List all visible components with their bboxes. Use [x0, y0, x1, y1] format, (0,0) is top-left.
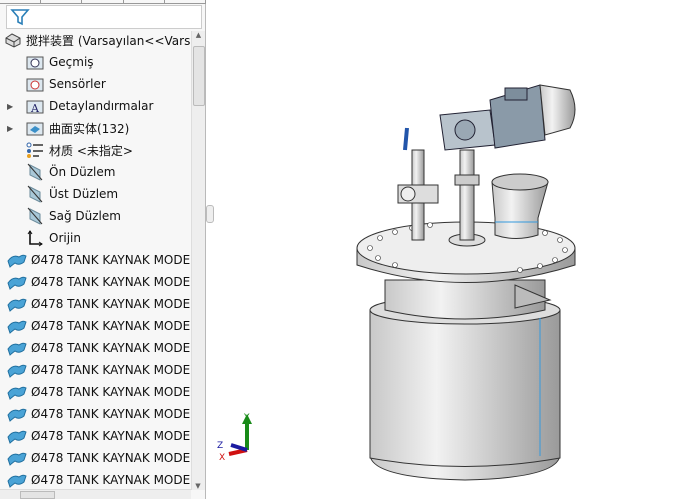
- tree-item-label: Ø478 TANK KAYNAK MODEL: [31, 429, 190, 443]
- origin-icon: [25, 229, 45, 247]
- tree-item[interactable]: Ø478 TANK KAYNAK MODEL: [0, 337, 190, 359]
- tree-root[interactable]: 搅拌装置 (Varsayılan<<Vars: [0, 29, 190, 51]
- annotation-folder-icon: A: [25, 97, 45, 115]
- tree-item[interactable]: Ø478 TANK KAYNAK MODEL: [0, 249, 190, 271]
- tree-item-label: Ø478 TANK KAYNAK MODEL: [31, 385, 190, 399]
- surface-bodies-folder-icon: [25, 119, 45, 137]
- sensor-folder-icon: [25, 75, 45, 93]
- tree-item[interactable]: Ø478 TANK KAYNAK MODEL: [0, 425, 190, 447]
- tree-item-label: Detaylandırmalar: [49, 99, 154, 113]
- vertical-scrollbar[interactable]: ▲ ▼: [191, 31, 205, 490]
- scrollbar-thumb[interactable]: [193, 46, 205, 106]
- surface-icon: [7, 449, 27, 467]
- tree-item-label: 材质 <未指定>: [49, 143, 133, 158]
- z-axis-arrow: [230, 443, 248, 452]
- y-label: Y: [243, 413, 250, 423]
- tree-item[interactable]: Sensörler: [0, 73, 190, 95]
- tree-item[interactable]: Ø478 TANK KAYNAK MODEL: [0, 271, 190, 293]
- filter-box[interactable]: [6, 5, 202, 29]
- tree-item-label: Ø478 TANK KAYNAK MODEL: [31, 297, 190, 311]
- tree-item-label: Orijin: [49, 231, 81, 245]
- tree-item[interactable]: Sağ Düzlem: [0, 205, 190, 227]
- tree-item-label: Üst Düzlem: [49, 187, 119, 201]
- material-icon: [25, 141, 45, 159]
- feature-manager-panel: 搅拌装置 (Varsayılan<<Vars Geçmiş Sensörler ▶ A…: [0, 0, 207, 499]
- tree-item-label: Ø478 TANK KAYNAK MODEL: [31, 341, 190, 355]
- z-label: Z: [217, 441, 223, 451]
- tree-item[interactable]: 材质 <未指定>: [0, 139, 190, 161]
- tree-item[interactable]: Ø478 TANK KAYNAK MODEL: [0, 315, 190, 337]
- tree-item[interactable]: Geçmiş: [0, 51, 190, 73]
- coordinate-triad: Y Z X: [217, 413, 252, 463]
- surface-icon: [7, 251, 27, 269]
- graphics-viewport[interactable]: Y Z X: [215, 0, 690, 499]
- tree-item[interactable]: Ø478 TANK KAYNAK MODEL: [0, 469, 190, 491]
- expand-arrow-icon[interactable]: ▶: [7, 102, 17, 111]
- plane-icon: [25, 163, 45, 181]
- tree-item[interactable]: Üst Düzlem: [0, 183, 190, 205]
- x-label: X: [219, 453, 225, 463]
- surface-icon: [7, 471, 27, 489]
- surface-icon: [7, 427, 27, 445]
- tree-item[interactable]: Ø478 TANK KAYNAK MODEL: [0, 381, 190, 403]
- tree-item[interactable]: Orijin: [0, 227, 190, 249]
- tree-item[interactable]: ▶ A Detaylandırmalar: [0, 95, 190, 117]
- tree-item[interactable]: Ø478 TANK KAYNAK MODEL: [0, 359, 190, 381]
- tree-item-label: Ø478 TANK KAYNAK MODEL: [31, 407, 190, 421]
- plane-icon: [25, 207, 45, 225]
- tree-item[interactable]: Ø478 TANK KAYNAK MODEL: [0, 447, 190, 469]
- tank-model: [356, 84, 576, 481]
- tree-item-label: Ön Düzlem: [49, 165, 116, 179]
- hscroll-thumb[interactable]: [20, 491, 55, 499]
- panel-tabs[interactable]: [0, 0, 207, 4]
- tree-item-label: Sensörler: [49, 77, 106, 91]
- tree-item[interactable]: Ön Düzlem: [0, 161, 190, 183]
- surface-icon: [7, 383, 27, 401]
- tree-item-label: Ø478 TANK KAYNAK MODEL: [31, 275, 190, 289]
- horizontal-scrollbar[interactable]: [0, 489, 191, 499]
- tree-item[interactable]: ▶ 曲面实体(132): [0, 117, 190, 139]
- panel-collapse-handle[interactable]: [206, 205, 214, 223]
- plane-icon: [25, 185, 45, 203]
- tree-item-label: Sağ Düzlem: [49, 209, 121, 223]
- svg-text:A: A: [30, 102, 40, 114]
- tree-item-label: Geçmiş: [49, 55, 94, 69]
- surface-icon: [7, 295, 27, 313]
- tree-item-label: Ø478 TANK KAYNAK MODEL: [31, 253, 190, 267]
- tree-item-label: Ø478 TANK KAYNAK MODEL: [31, 473, 190, 487]
- surface-icon: [7, 273, 27, 291]
- part-icon: [4, 31, 22, 49]
- surface-icon: [7, 361, 27, 379]
- tree-item[interactable]: Ø478 TANK KAYNAK MODEL: [0, 403, 190, 425]
- tree-item-label: Ø478 TANK KAYNAK MODEL: [31, 451, 190, 465]
- surface-icon: [7, 339, 27, 357]
- expand-arrow-icon[interactable]: ▶: [7, 124, 17, 133]
- tree-item[interactable]: Ø478 TANK KAYNAK MODEL: [0, 293, 190, 315]
- root-label: 搅拌装置 (Varsayılan<<Vars: [26, 33, 190, 48]
- history-folder-icon: [25, 53, 45, 71]
- surface-icon: [7, 405, 27, 423]
- surface-icon: [7, 317, 27, 335]
- tree-item-label: Ø478 TANK KAYNAK MODEL: [31, 363, 190, 377]
- tree-item-label: 曲面实体(132): [49, 121, 130, 136]
- tree-item-label: Ø478 TANK KAYNAK MODEL: [31, 319, 190, 333]
- filter-icon[interactable]: [10, 7, 30, 27]
